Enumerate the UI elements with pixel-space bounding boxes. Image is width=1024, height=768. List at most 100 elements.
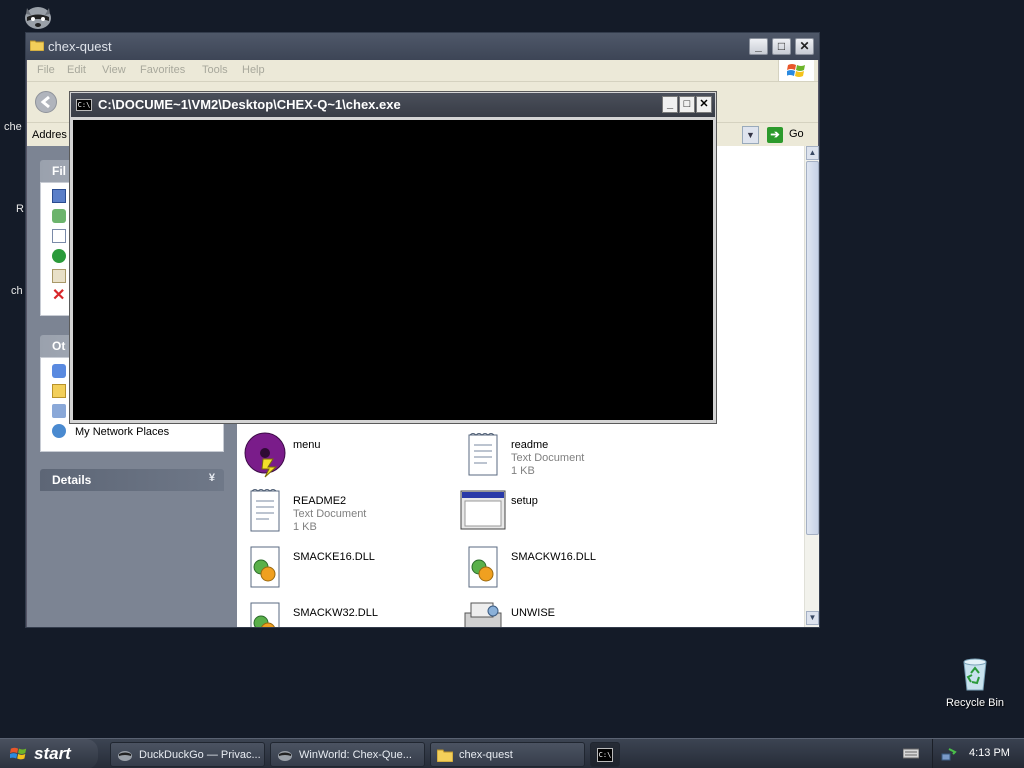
- file-name: readme: [511, 439, 549, 451]
- file-name: SMACKE16.DLL: [293, 551, 375, 563]
- explorer-title-bar[interactable]: chex-quest _ □ ✕: [26, 33, 819, 60]
- go-button[interactable]: ➔ Go: [765, 126, 815, 144]
- copy-icon[interactable]: [52, 229, 66, 243]
- file-name: README2: [293, 495, 347, 507]
- menu-tools[interactable]: Tools: [202, 64, 228, 76]
- other-places-title: Ot: [52, 339, 66, 353]
- move-icon[interactable]: [52, 209, 66, 223]
- chevron-down-icon[interactable]: ¥: [209, 472, 215, 484]
- file-name: SMACKW32.DLL: [293, 607, 378, 619]
- recycle-bin-icon: [963, 658, 987, 691]
- back-arrow-icon: [40, 95, 50, 109]
- desktop-icon-label-partial[interactable]: che: [4, 121, 22, 133]
- console-minimize-button[interactable]: _: [662, 96, 678, 113]
- console-title: C:\DOCUME~1\VM2\Desktop\CHEX-Q~1\chex.ex…: [98, 97, 401, 112]
- file-size: 1 KB: [511, 465, 535, 477]
- firefox-icon: [278, 751, 292, 761]
- taskbar-item[interactable]: WinWorld: Chex-Que...: [270, 742, 425, 767]
- menu-bar: File Edit View Favorites Tools Help: [27, 60, 818, 82]
- network-tray-icon[interactable]: [941, 746, 957, 762]
- rename-icon[interactable]: [52, 189, 66, 203]
- taskbar: start DuckDuckGo — Privac... WinWorld: C…: [0, 738, 1024, 768]
- taskbar-item[interactable]: DuckDuckGo — Privac...: [110, 742, 265, 767]
- windows-logo: [778, 60, 814, 81]
- details-title: Details: [52, 473, 92, 487]
- dll-gear-icon: [468, 546, 498, 588]
- file-item[interactable]: setup: [459, 487, 669, 539]
- taskbar-item-label: chex-quest: [459, 749, 513, 761]
- file-tasks-title: Fil: [52, 164, 66, 178]
- console-maximize-button[interactable]: □: [679, 96, 695, 113]
- firefox-icon: [118, 751, 132, 761]
- my-computer-icon[interactable]: [52, 404, 66, 418]
- windows-flag-icon: [787, 64, 805, 77]
- console-window: C:\ C:\DOCUME~1\VM2\Desktop\CHEX-Q~1\che…: [69, 91, 717, 424]
- explorer-title: chex-quest: [48, 39, 112, 54]
- application-window-icon: [460, 490, 506, 530]
- address-label: Addres: [32, 129, 67, 141]
- folder-icon: [437, 749, 453, 762]
- menu-favorites[interactable]: Favorites: [140, 64, 185, 76]
- desktop-icon[interactable]: [52, 364, 66, 378]
- menu-edit[interactable]: Edit: [67, 64, 86, 76]
- taskbar-item-label: WinWorld: Chex-Que...: [299, 749, 412, 761]
- text-document-icon: [250, 489, 280, 532]
- close-button[interactable]: ✕: [795, 38, 814, 55]
- desktop-icon-label-partial[interactable]: R: [16, 203, 24, 215]
- my-network-places-link[interactable]: My Network Places: [75, 426, 169, 438]
- address-dropdown-button[interactable]: ▼: [742, 126, 759, 144]
- recycle-bin-label: Recycle Bin: [945, 697, 1005, 709]
- file-item[interactable]: UNWISE: [459, 599, 669, 627]
- minimize-button[interactable]: _: [749, 38, 768, 55]
- details-header[interactable]: Details ¥: [40, 469, 224, 491]
- file-item[interactable]: SMACKW16.DLL: [459, 543, 669, 595]
- file-name: UNWISE: [511, 607, 555, 619]
- keyboard-icon[interactable]: [903, 747, 919, 759]
- menu-file[interactable]: File: [37, 64, 55, 76]
- dll-gear-icon: [250, 602, 280, 627]
- file-item[interactable]: readme Text Document 1 KB: [459, 431, 669, 483]
- file-name: SMACKW16.DLL: [511, 551, 596, 563]
- uninstall-icon: [464, 602, 502, 627]
- vertical-scrollbar[interactable]: ▲ ▼: [804, 146, 819, 627]
- file-item[interactable]: README2 Text Document 1 KB: [241, 487, 451, 539]
- recycle-bin[interactable]: Recycle Bin: [940, 656, 1010, 709]
- file-type: Text Document: [293, 508, 367, 520]
- folder-icon: [30, 40, 44, 51]
- go-label: Go: [789, 128, 804, 140]
- text-document-icon: [468, 433, 498, 476]
- delete-icon[interactable]: ✕: [52, 288, 66, 304]
- scroll-down-button[interactable]: ▼: [806, 611, 819, 625]
- start-button[interactable]: start: [0, 739, 98, 768]
- file-item[interactable]: SMACKE16.DLL: [241, 543, 451, 595]
- windows-flag-icon: [10, 747, 27, 760]
- network-places-icon[interactable]: [52, 424, 66, 438]
- clock[interactable]: 4:13 PM: [969, 747, 1010, 759]
- desktop-icon-label-partial[interactable]: ch: [11, 285, 23, 297]
- email-icon[interactable]: [52, 269, 66, 283]
- file-name: menu: [293, 439, 321, 451]
- taskbar-item[interactable]: chex-quest: [430, 742, 585, 767]
- scroll-up-button[interactable]: ▲: [806, 146, 819, 160]
- raccoon-desktop-icon[interactable]: [22, 2, 54, 32]
- console-screen[interactable]: [73, 120, 713, 420]
- file-item[interactable]: SMACKW32.DLL: [241, 599, 451, 627]
- console-close-button[interactable]: ✕: [696, 96, 712, 113]
- publish-web-icon[interactable]: [52, 249, 66, 263]
- back-button[interactable]: [35, 91, 57, 113]
- file-item[interactable]: menu: [241, 431, 451, 483]
- shared-documents-icon[interactable]: [52, 384, 66, 398]
- menu-view[interactable]: View: [102, 64, 126, 76]
- start-label: start: [34, 744, 71, 763]
- scroll-thumb[interactable]: [806, 161, 819, 535]
- console-icon: C:\: [76, 99, 92, 111]
- file-size: 1 KB: [293, 521, 317, 533]
- menu-help[interactable]: Help: [242, 64, 265, 76]
- taskbar-item-console[interactable]: C:\: [590, 742, 620, 767]
- chex-menu-icon: [244, 432, 286, 478]
- taskbar-item-label: DuckDuckGo — Privac...: [139, 749, 261, 761]
- console-icon: C:\: [597, 748, 613, 762]
- console-title-bar[interactable]: C:\ C:\DOCUME~1\VM2\Desktop\CHEX-Q~1\che…: [71, 93, 715, 117]
- go-arrow-icon: ➔: [767, 127, 783, 143]
- maximize-button[interactable]: □: [772, 38, 791, 55]
